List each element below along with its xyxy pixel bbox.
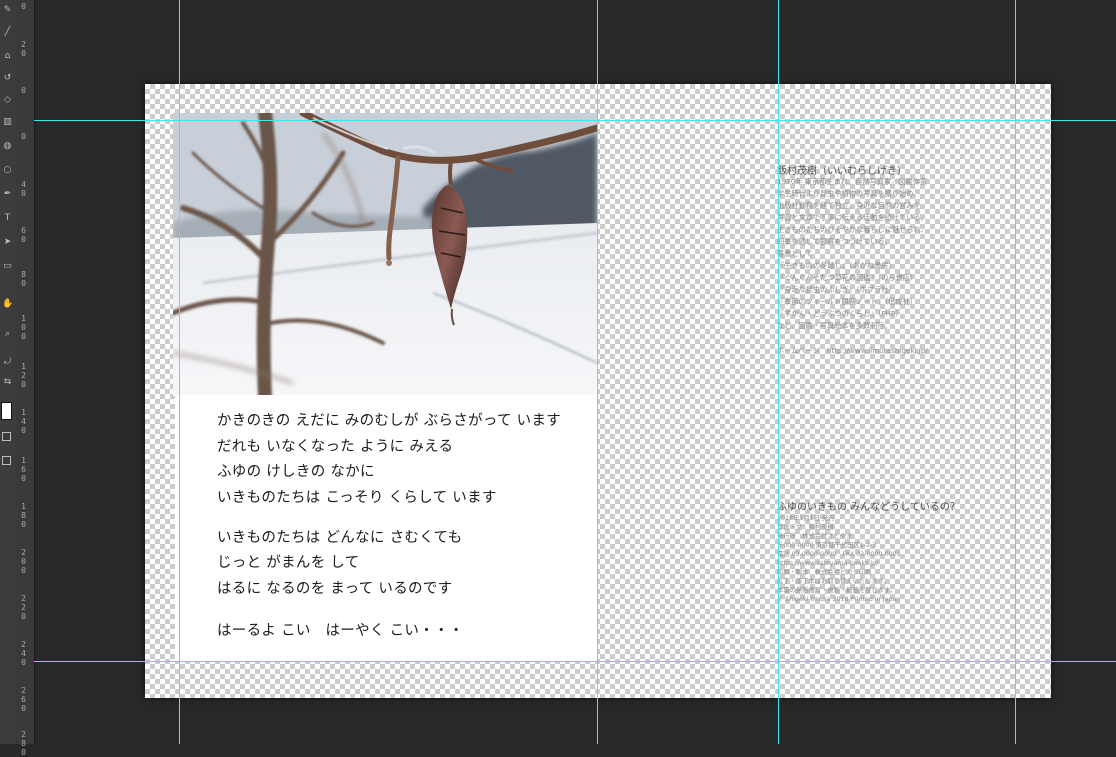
horizontal-guide[interactable] [34, 661, 1116, 662]
author-bio-line: 学生時代より昆虫や植物の写真を撮り始め、 [777, 189, 921, 198]
poem-line: だれも いなくなった ように みえる [217, 439, 454, 455]
poem-text-panel: かきのきの えだに みのむしが ぶらさがって います だれも いなくなった よう… [175, 395, 597, 661]
poem-line: じっと がまんを して [217, 555, 360, 571]
poem-line: はるに なるのを まって いるのです [217, 581, 453, 597]
ruler-label: 260 [21, 686, 26, 713]
ruler-label: 140 [21, 408, 26, 435]
author-name: 飯村茂樹（いいむらしげき） [777, 166, 907, 177]
eraser-tool-icon[interactable]: ◇ [2, 96, 13, 105]
ruler-label: 60 [21, 226, 26, 244]
type-tool-icon[interactable]: T [2, 214, 13, 223]
colophon-line: © Shigeki Iimura 2018 Printed in Japan [777, 596, 901, 603]
ruler-label: 80 [21, 270, 26, 288]
foreground-color-swatch[interactable] [1, 402, 12, 420]
brush-tool-icon[interactable]: ✎ [2, 6, 13, 15]
photo-artwork [173, 113, 597, 396]
ruler-label: 0 [21, 86, 26, 95]
vertical-guide[interactable] [778, 0, 779, 744]
blur-tool-icon[interactable]: ◍ [2, 142, 13, 151]
ruler-label: 240 [21, 640, 26, 667]
author-bio-line: など、図鑑・写真絵本を多数刊行。 [777, 321, 892, 330]
zoom-tool-icon[interactable]: ⌕ [2, 330, 13, 339]
author-book-line: 『生きものの冬越し』（あかね書房） [777, 261, 896, 270]
ruler-label: 40 [21, 180, 26, 198]
ruler-label: 20 [21, 40, 26, 58]
author-book-line: 『ぐんぐんそだつ草花の図鑑』（のら書店） [777, 273, 918, 282]
quick-mask-icon[interactable] [2, 432, 11, 441]
vertical-guide[interactable] [1015, 0, 1016, 744]
winter-persimmon-branch-photo [173, 113, 597, 396]
author-book-line: 『身近な昆虫のふしぎ』（ポプラ社） [777, 285, 896, 294]
colophon-line: 乱丁・落丁本はお取り替えいたします。 [777, 578, 890, 585]
author-bio-line: 1970年 東京都生まれ。自然写真家／図鑑作家 [777, 177, 928, 186]
colophon-line: 発行所 株式会社さとやま [777, 533, 853, 540]
clone-stamp-tool-icon[interactable]: ⌂ [2, 52, 13, 61]
poem-line: いきものたちは こっそり くらして います [217, 490, 497, 506]
poem-line: かきのきの えだに みのむしが ぶらさがって います [217, 413, 562, 429]
poem-line: ふゆの けしきの なかに [217, 464, 375, 480]
colophon-line: 電話 03-0000-0000 FAX 03-0000-0001 [777, 551, 901, 558]
tools-panel: ✎ ╱ ⌂ ↺ ◇ ▥ ◍ ○ ✒ T ➤ ▭ ✋ ⌕ ⤾ ⇆ [0, 0, 17, 744]
swap-colors-icon[interactable]: ⇆ [2, 378, 13, 387]
vertical-ruler[interactable]: 0 20 0 0 40 60 80 100 120 140 160 180 20… [16, 0, 35, 757]
author-bio-line: 出版社勤務を経て独立。身近な自然の営みを [777, 201, 921, 210]
author-bio-line: 著書として [777, 249, 813, 258]
ruler-label: 100 [21, 314, 26, 341]
dodge-tool-icon[interactable]: ○ [2, 166, 13, 175]
ruler-label: 200 [21, 548, 26, 575]
gradient-tool-icon[interactable]: ▥ [2, 118, 13, 127]
screen-mode-icon[interactable] [2, 456, 11, 465]
ruler-label: 160 [21, 456, 26, 483]
author-bio-line: 生きものたちのひそやかな暮らしに魅せられ、 [777, 225, 929, 234]
author-bio-line: 写真と文章で丁寧に伝える活動を続けている。 [777, 213, 928, 222]
vertical-guide[interactable] [179, 0, 180, 744]
document-canvas[interactable]: かきのきの えだに みのむしが ぶらさがって います だれも いなくなった よう… [145, 84, 1051, 698]
colophon-line: https://www.satoyama-books.jp/ [777, 560, 879, 567]
author-bio-line: 四季を通して観察をつづけている。 [777, 237, 892, 246]
poem-closing-line: はーるよ こい はーやく こい・・・ [217, 623, 464, 639]
colophon-title: ふゆのいきもの みんなどうしているの？ [777, 502, 960, 513]
ruler-label: 180 [21, 502, 26, 529]
vertical-guide[interactable] [597, 0, 598, 744]
ruler-label: 0 [21, 2, 26, 11]
colophon-line: 〒000-0000 東京都千代田区1-2-3 [777, 542, 877, 549]
hand-tool-icon[interactable]: ✋ [2, 300, 13, 309]
horizontal-guide[interactable] [34, 120, 1116, 121]
poem-line: いきものたちは どんなに さむくても [217, 530, 463, 546]
path-selection-tool-icon[interactable]: ➤ [2, 238, 13, 247]
shape-tool-icon[interactable]: ▭ [2, 262, 13, 271]
history-brush-tool-icon[interactable]: ↺ [2, 74, 13, 83]
ruler-label: 120 [21, 362, 26, 389]
author-book-line: 『ずかん・どうぶつのくらし』（PHP） [777, 309, 903, 318]
rotate-view-tool-icon[interactable]: ⤾ [2, 358, 13, 367]
colophon-line: 印刷・製本 株式会社ヒカリ印刷 [777, 569, 872, 576]
colophon-line: 本書の無断複写・複製・転載を禁じます。 [777, 587, 897, 594]
pen-tool-icon[interactable]: ✒ [2, 190, 13, 199]
author-homepage: ホームページ http://www.iimurashigeki.jp/ [777, 346, 928, 355]
colophon-line: 写真・文 飯村茂樹 [777, 524, 834, 531]
pencil-tool-icon[interactable]: ╱ [2, 28, 13, 37]
ruler-label: 220 [21, 594, 26, 621]
ruler-label: 0 [21, 132, 26, 141]
author-book-line: 『季節のフィールド観察ノート』（偕成社） [777, 297, 918, 306]
colophon-line: 2018年1月1日 発行 [777, 515, 835, 522]
